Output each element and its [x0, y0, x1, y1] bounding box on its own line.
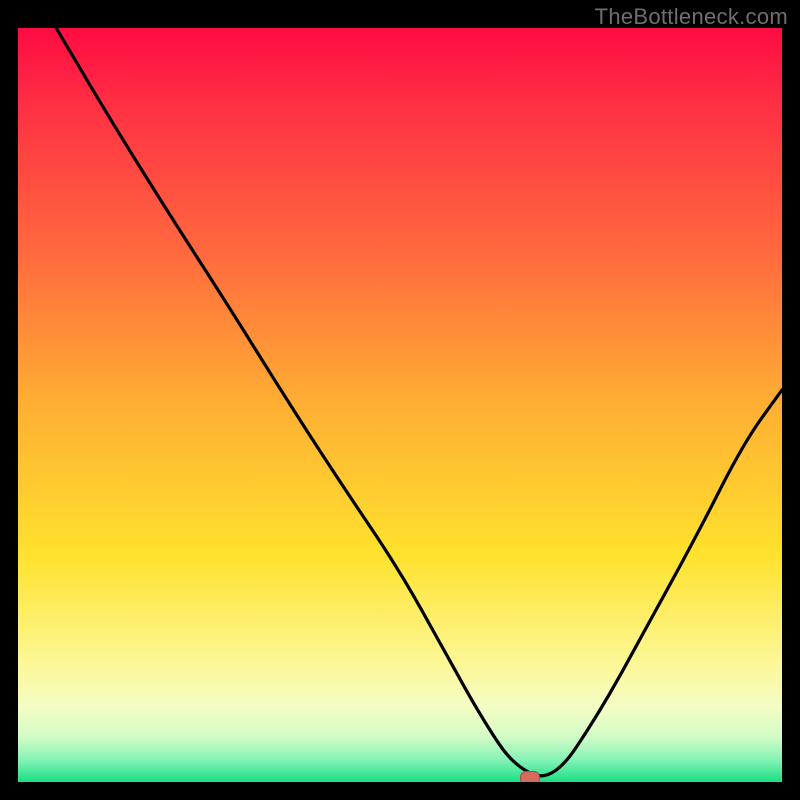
plot-area — [18, 28, 782, 782]
bottleneck-curve — [18, 28, 782, 782]
watermark-text: TheBottleneck.com — [595, 4, 788, 30]
chart-frame: TheBottleneck.com — [0, 0, 800, 800]
minimum-marker — [520, 771, 540, 782]
